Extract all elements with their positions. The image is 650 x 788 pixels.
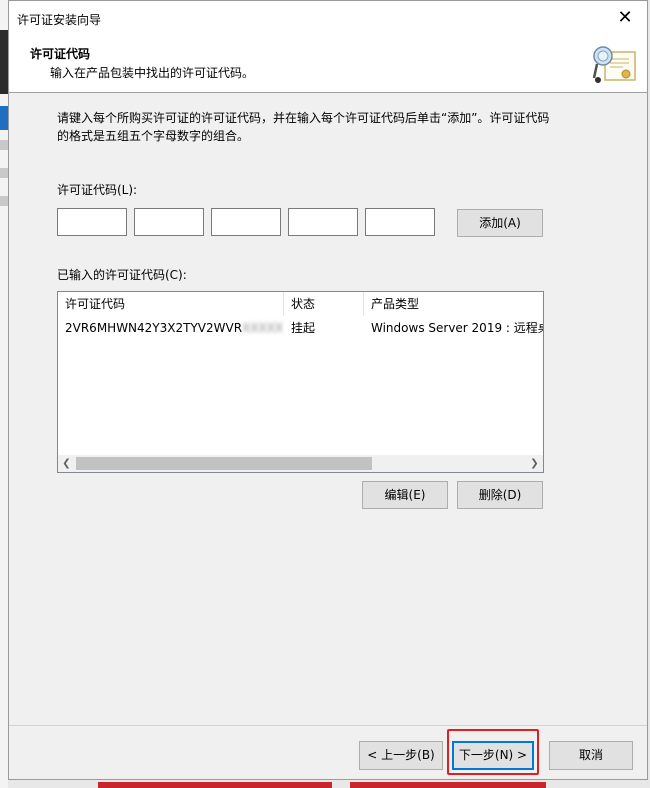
list-item[interactable]: 2VR6MHWN42Y3X2TYV2WVRXXXXX 挂起 Windows Se… xyxy=(58,317,543,339)
product-type-cell: Windows Server 2019 : 远程桌 xyxy=(371,321,543,335)
background-fragment xyxy=(0,140,8,150)
license-code-input-4[interactable] xyxy=(288,208,358,236)
license-certificate-icon xyxy=(592,46,636,83)
window-title: 许可证安装向导 xyxy=(17,13,102,27)
back-button[interactable]: < 上一步(B) xyxy=(359,741,443,770)
license-code-input-2[interactable] xyxy=(134,208,204,236)
scroll-right-icon[interactable]: ❯ xyxy=(526,455,543,472)
background-selection-fragment xyxy=(0,106,8,130)
instructions-text: 请键入每个所购买许可证的许可证代码，并在输入每个许可证代码后单击“添加”。许可证… xyxy=(57,111,550,143)
wizard-header: 许可证代码 输入在产品包装中找出的许可证代码。 xyxy=(9,34,647,93)
license-code-cell: 2VR6MHWN42Y3X2TYV2WVRXXXXX xyxy=(58,317,284,339)
edit-button[interactable]: 编辑(E) xyxy=(362,481,448,509)
entered-codes-label: 已输入的许可证代码(C): xyxy=(57,268,187,282)
status-cell: 挂起 xyxy=(291,321,316,335)
cancel-button[interactable]: 取消 xyxy=(549,741,633,770)
close-button[interactable]: ✕ xyxy=(603,1,647,34)
license-code-label: 许可证代码(L): xyxy=(57,183,138,197)
title-bar[interactable]: 许可证安装向导 ✕ xyxy=(9,1,647,34)
page-title: 许可证代码 xyxy=(30,47,91,61)
list-header: 许可证代码 状态 产品类型 xyxy=(58,292,543,316)
license-code-input-3[interactable] xyxy=(211,208,281,236)
background-fragment xyxy=(0,168,8,178)
close-icon: ✕ xyxy=(617,7,633,28)
license-code-redacted: XXXXX xyxy=(242,321,284,335)
background-fragment xyxy=(0,196,8,206)
license-code-input-5[interactable] xyxy=(365,208,435,236)
column-header-license-code[interactable]: 许可证代码 xyxy=(58,292,284,316)
scroll-thumb[interactable] xyxy=(76,457,372,470)
license-code-text: 2VR6MHWN42Y3X2TYV2WVR xyxy=(65,321,243,335)
license-wizard-dialog: 许可证安装向导 ✕ 许可证代码 输入在产品包装中找出的许可证代码。 请键入每个所… xyxy=(8,0,648,780)
column-header-status[interactable]: 状态 xyxy=(284,292,364,316)
annotation-highlight-box xyxy=(447,729,539,775)
page-subtitle: 输入在产品包装中找出的许可证代码。 xyxy=(50,66,255,80)
add-button[interactable]: 添加(A) xyxy=(457,209,543,237)
column-header-product-type[interactable]: 产品类型 xyxy=(364,292,543,316)
background-window-fragment xyxy=(0,30,8,94)
background-red-bar xyxy=(98,782,332,788)
scroll-left-icon[interactable]: ❮ xyxy=(58,455,75,472)
footer-divider xyxy=(9,725,647,726)
horizontal-scrollbar[interactable]: ❮ ❯ xyxy=(58,455,543,472)
entered-codes-list[interactable]: 许可证代码 状态 产品类型 2VR6MHWN42Y3X2TYV2WVRXXXXX… xyxy=(57,291,544,473)
license-code-input-1[interactable] xyxy=(57,208,127,236)
background-red-bar xyxy=(350,782,546,788)
delete-button[interactable]: 删除(D) xyxy=(457,481,543,509)
